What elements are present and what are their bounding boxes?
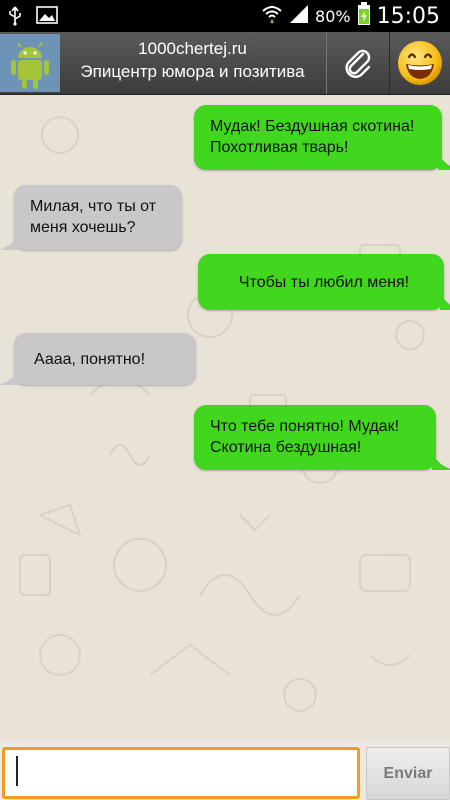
bubble-tail <box>0 232 20 250</box>
bubble-tail <box>440 292 450 310</box>
message-text: Мудак! Бездушная скотина! Похотливая тва… <box>210 118 415 156</box>
text-caret <box>16 756 18 786</box>
bubble-tail <box>432 452 450 470</box>
send-button[interactable]: Enviar <box>366 747 450 800</box>
header-titles: 1000chertej.ru Эпицентр юмора и позитива <box>60 38 325 84</box>
message-text: Милая, что ты от меня хочешь? <box>30 198 157 236</box>
message-incoming[interactable]: Милая, что ты от меня хочешь? <box>0 185 182 250</box>
message-incoming[interactable]: Аааа, понятно! <box>0 333 196 385</box>
status-bar: 80% 15:05 <box>0 0 450 32</box>
composer-bar: Enviar <box>0 741 450 800</box>
message-outgoing[interactable]: Что тебе понятно! Мудак! Скотина бездушн… <box>194 405 450 470</box>
wifi-icon <box>261 3 283 30</box>
image-icon <box>36 6 58 31</box>
contact-avatar[interactable] <box>0 34 60 92</box>
paperclip-icon <box>345 49 371 78</box>
clock: 15:05 <box>376 3 440 29</box>
signal-icon <box>289 4 309 29</box>
battery-percent: 80% <box>315 6 351 26</box>
battery-icon <box>357 1 371 31</box>
bubble-tail <box>438 152 450 170</box>
chat-title: 1000chertej.ru <box>138 39 247 58</box>
message-input[interactable] <box>2 747 360 799</box>
usb-icon <box>8 6 22 31</box>
bubble-tail <box>0 367 20 385</box>
chat-header: 1000chertej.ru Эпицентр юмора и позитива <box>0 32 450 95</box>
chat-subtitle: Эпицентр юмора и позитива <box>80 62 305 81</box>
message-outgoing[interactable]: Мудак! Бездушная скотина! Похотливая тва… <box>194 105 450 170</box>
message-outgoing[interactable]: Чтобы ты любил меня! <box>198 254 450 310</box>
message-text: Аааа, понятно! <box>34 350 146 368</box>
smiley-icon <box>398 41 442 85</box>
android-icon <box>0 34 60 92</box>
attach-button[interactable] <box>326 32 390 94</box>
message-text: Что тебе понятно! Мудак! Скотина бездушн… <box>210 418 400 456</box>
message-text: Чтобы ты любил меня! <box>238 273 410 291</box>
emoji-button[interactable] <box>390 32 450 94</box>
chat-area[interactable]: Мудак! Бездушная скотина! Похотливая тва… <box>0 95 450 741</box>
